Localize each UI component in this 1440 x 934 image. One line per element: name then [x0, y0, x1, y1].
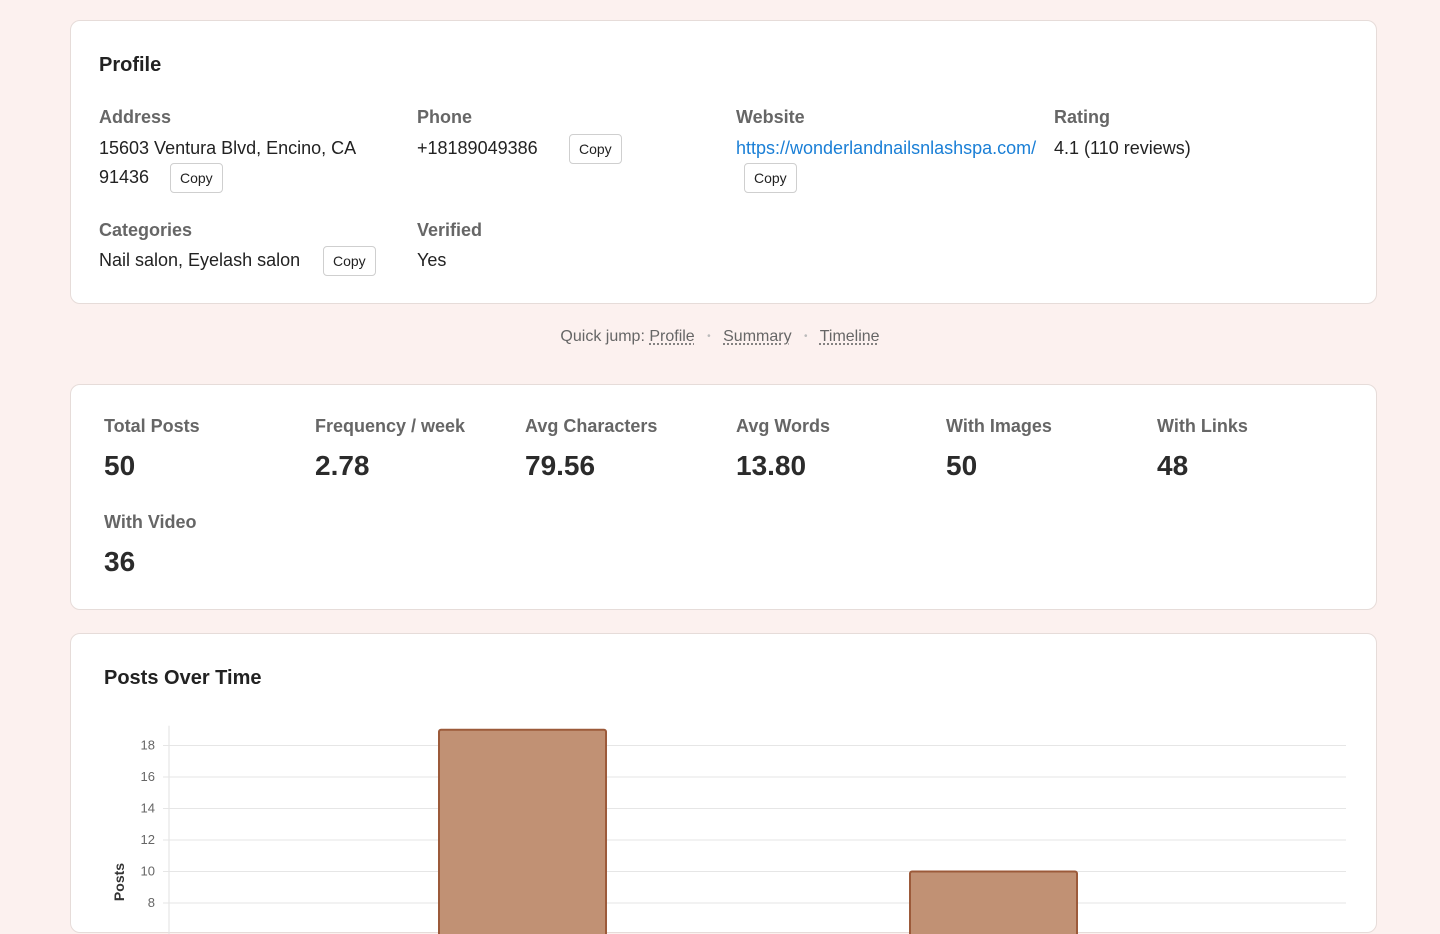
- profile-title: Profile: [99, 54, 161, 77]
- jump-separator: •: [804, 331, 808, 342]
- verified-label: Verified: [417, 220, 482, 241]
- stat-with-links-label: With Links: [1157, 416, 1248, 437]
- bar: [910, 872, 1077, 934]
- address-line2: 91436: [99, 162, 149, 192]
- categories-label: Categories: [99, 220, 192, 241]
- verified-value: Yes: [417, 245, 446, 275]
- stat-with-images-value: 50: [946, 450, 977, 482]
- stat-avg-words-value: 13.80: [736, 450, 806, 482]
- rating-value: 4.1 (110 reviews): [1054, 133, 1191, 163]
- jump-link-profile[interactable]: Profile: [649, 328, 694, 345]
- website-label: Website: [736, 107, 805, 128]
- stat-with-images-label: With Images: [946, 416, 1052, 437]
- quick-jump-prefix: Quick jump:: [560, 328, 644, 345]
- quick-jump-nav: Quick jump: Profile • Summary • Timeline: [0, 328, 1440, 346]
- y-tick-label: 12: [141, 832, 155, 847]
- summary-card: Total Posts 50 Frequency / week 2.78 Avg…: [70, 384, 1377, 610]
- rating-label: Rating: [1054, 107, 1110, 128]
- categories-value: Nail salon, Eyelash salon: [99, 245, 300, 275]
- stat-with-video-value: 36: [104, 546, 135, 578]
- chart-card: Posts Over Time 81012141618Posts: [70, 633, 1377, 933]
- y-tick-label: 10: [141, 864, 155, 879]
- website-link[interactable]: https://wonderlandnailsnlashspa.com/: [736, 133, 1036, 163]
- stat-avg-characters-label: Avg Characters: [525, 416, 657, 437]
- phone-label: Phone: [417, 107, 472, 128]
- jump-link-timeline[interactable]: Timeline: [820, 328, 880, 345]
- stat-total-posts-value: 50: [104, 450, 135, 482]
- stat-avg-words-label: Avg Words: [736, 416, 830, 437]
- copy-address-button[interactable]: Copy: [170, 163, 223, 193]
- stat-frequency-value: 2.78: [315, 450, 370, 482]
- phone-value: +18189049386: [417, 133, 538, 163]
- posts-over-time-chart: 8 10 12 14 16 18 Posts: [71, 634, 1378, 934]
- stat-with-video-label: With Video: [104, 512, 197, 533]
- profile-card: Profile Address 15603 Ventura Blvd, Enci…: [70, 20, 1377, 304]
- stat-avg-characters-value: 79.56: [525, 450, 595, 482]
- copy-website-button[interactable]: Copy: [744, 163, 797, 193]
- y-tick-label: 18: [141, 738, 155, 753]
- bar: [439, 730, 606, 934]
- y-tick-label: 14: [141, 801, 155, 816]
- stat-total-posts-label: Total Posts: [104, 416, 200, 437]
- stat-frequency-label: Frequency / week: [315, 416, 465, 437]
- copy-categories-button[interactable]: Copy: [323, 246, 376, 276]
- address-label: Address: [99, 107, 171, 128]
- y-tick-label: 8: [148, 895, 155, 910]
- copy-phone-button[interactable]: Copy: [569, 134, 622, 164]
- y-tick-label: 16: [141, 769, 155, 784]
- jump-separator: •: [707, 331, 711, 342]
- y-axis-label: Posts: [111, 863, 127, 901]
- address-line1: 15603 Ventura Blvd, Encino, CA: [99, 133, 356, 163]
- stat-with-links-value: 48: [1157, 450, 1188, 482]
- jump-link-summary[interactable]: Summary: [723, 328, 791, 345]
